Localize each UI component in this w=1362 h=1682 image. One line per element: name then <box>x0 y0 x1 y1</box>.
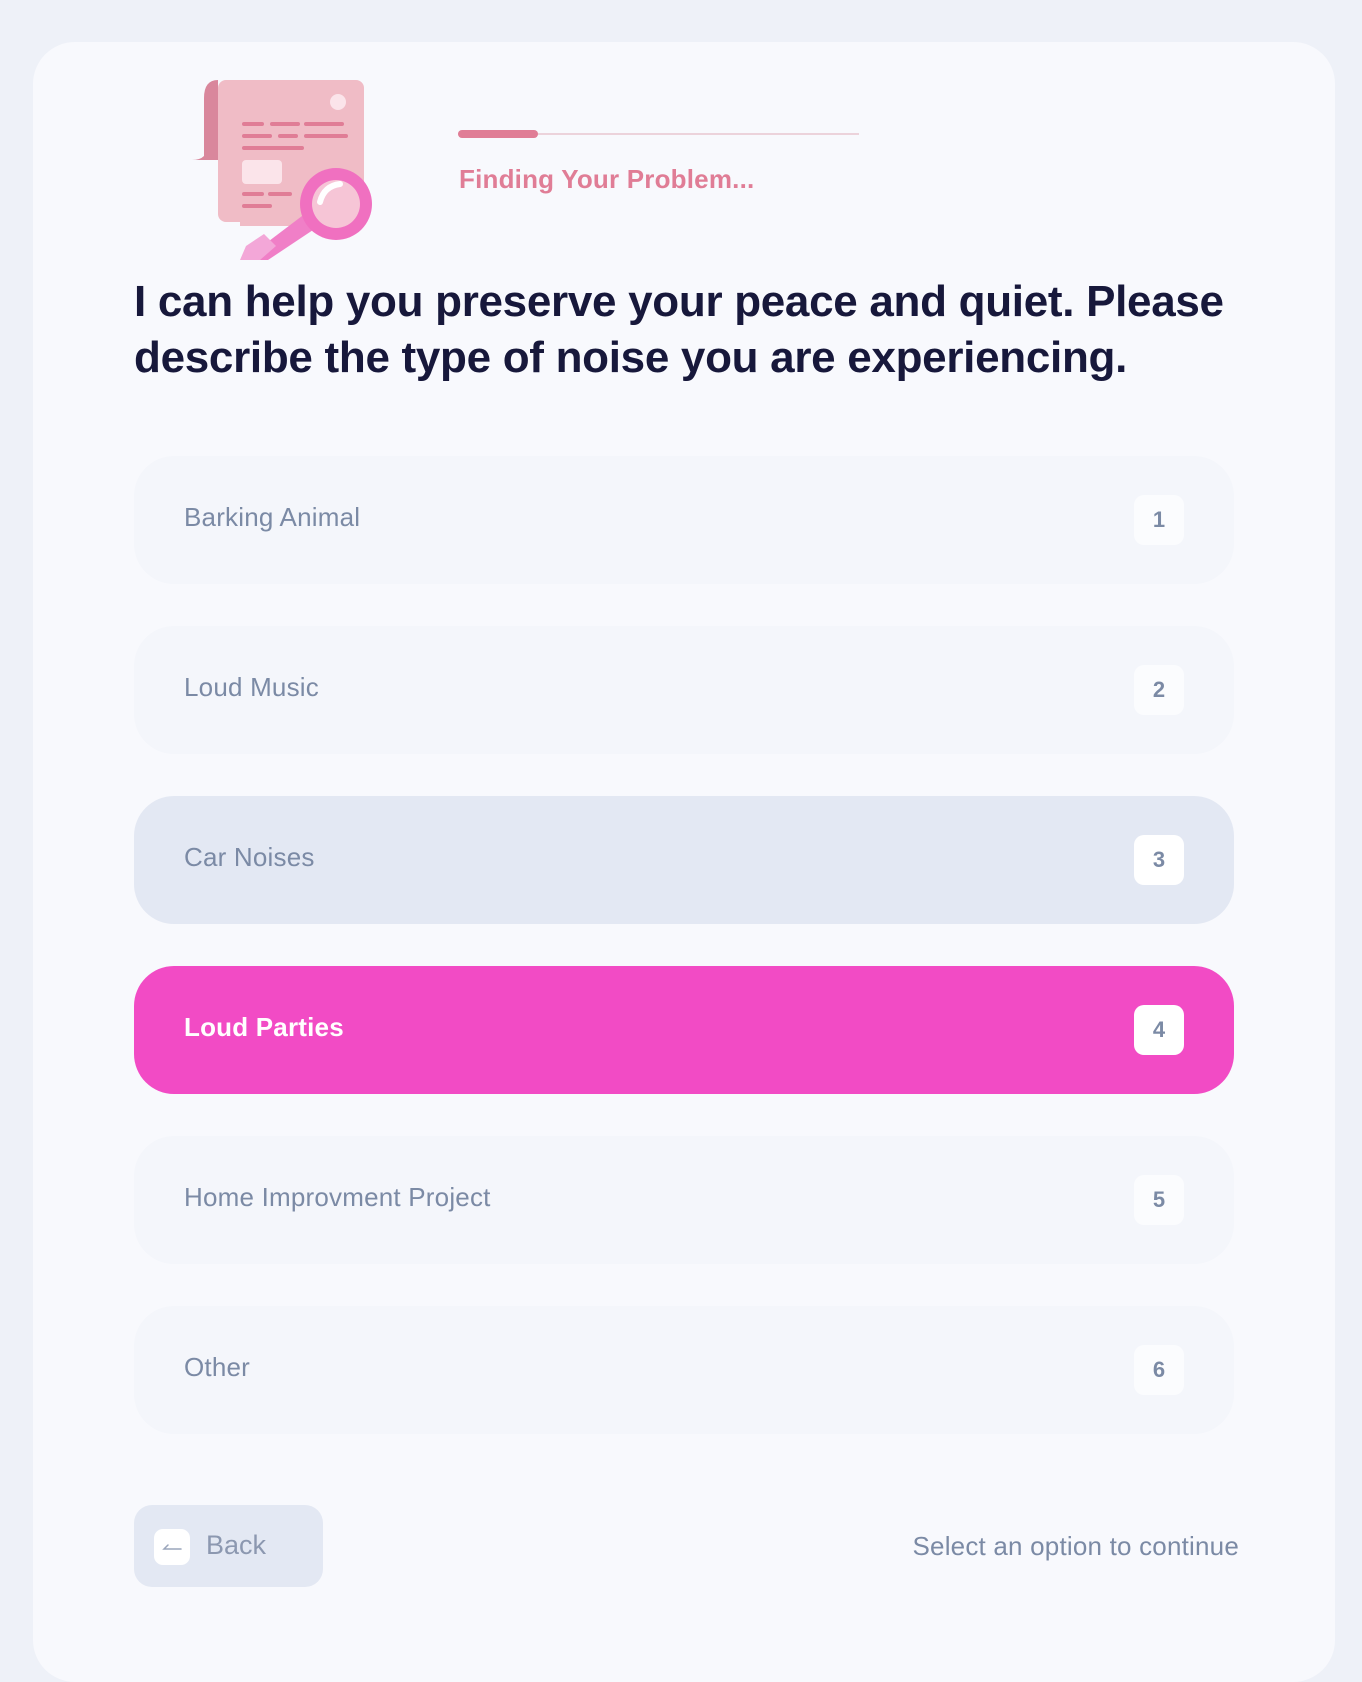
option-key-badge: 3 <box>1134 835 1184 885</box>
option-other[interactable]: Other 6 <box>134 1306 1234 1434</box>
back-button[interactable]: Back <box>134 1505 323 1587</box>
option-label: Home Improvment Project <box>184 1182 491 1212</box>
back-button-label: Back <box>206 1530 267 1560</box>
option-key-badge: 2 <box>1134 665 1184 715</box>
document-magnifier-icon <box>184 70 404 260</box>
option-home-improvement-project[interactable]: Home Improvment Project 5 <box>134 1136 1234 1264</box>
option-key-badge: 4 <box>1134 1005 1184 1055</box>
progress-bar <box>458 130 859 138</box>
arrow-left-icon <box>154 1529 190 1565</box>
option-loud-music[interactable]: Loud Music 2 <box>134 626 1234 754</box>
option-key-badge: 1 <box>1134 495 1184 545</box>
options-list: Barking Animal 1 Loud Music 2 Car Noises… <box>134 456 1234 1476</box>
option-label: Loud Music <box>184 672 319 702</box>
option-barking-animal[interactable]: Barking Animal 1 <box>134 456 1234 584</box>
option-key-badge: 6 <box>1134 1345 1184 1395</box>
option-key-badge: 5 <box>1134 1175 1184 1225</box>
continue-hint: Select an option to continue <box>912 1531 1239 1561</box>
option-loud-parties[interactable]: Loud Parties 4 <box>134 966 1234 1094</box>
option-car-noises[interactable]: Car Noises 3 <box>134 796 1234 924</box>
progress-label: Finding Your Problem... <box>459 164 755 194</box>
page-title: I can help you preserve your peace and q… <box>134 277 1224 382</box>
progress-bar-fill <box>458 130 539 138</box>
option-label: Barking Animal <box>184 502 361 532</box>
question-card: Finding Your Problem... I can help you p… <box>33 42 1335 1682</box>
option-label: Other <box>184 1352 251 1382</box>
option-label: Car Noises <box>184 842 315 872</box>
option-label: Loud Parties <box>184 1012 344 1042</box>
